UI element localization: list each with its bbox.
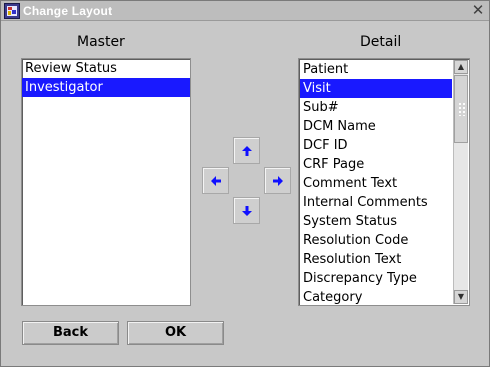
list-item[interactable]: Internal Comments [300,193,452,212]
title-bar[interactable]: Change Layout ✕ [1,1,489,21]
scroll-grip-icon [458,102,465,116]
list-item[interactable]: DCM Name [300,117,452,136]
arrow-left-icon [211,176,221,186]
list-item[interactable]: Discrepancy Type [300,269,452,288]
move-right-button[interactable] [264,167,291,194]
arrow-up-icon [242,146,252,156]
detail-listbox[interactable]: Patient Visit Sub# DCM Name DCF ID CRF Page Co… [298,58,470,306]
list-item[interactable]: Resolution Text [300,250,452,269]
list-item[interactable]: Patient [300,60,452,79]
move-left-button[interactable] [202,167,229,194]
ok-button[interactable]: OK [127,321,224,345]
list-item[interactable]: Comment Text [300,174,452,193]
scroll-up-icon[interactable]: ▲ [454,60,468,74]
master-label: Master [77,34,125,50]
detail-scrollbar[interactable]: ▲ ▼ [453,60,468,304]
detail-label: Detail [360,34,402,50]
list-item[interactable]: DCF ID [300,136,452,155]
list-item[interactable]: Investigator [22,78,190,97]
list-item[interactable]: Category [300,288,452,305]
list-item[interactable]: Review Status [22,59,190,78]
list-item[interactable]: Visit [300,79,452,98]
list-item[interactable]: Sub# [300,98,452,117]
list-item[interactable]: System Status [300,212,452,231]
scroll-down-icon[interactable]: ▼ [454,290,468,304]
master-listbox[interactable]: Review Status Investigator [21,58,191,306]
list-item[interactable]: Resolution Code [300,231,452,250]
app-icon [4,3,20,19]
scroll-thumb[interactable] [454,75,468,143]
move-down-button[interactable] [233,197,260,224]
arrow-right-icon [273,176,283,186]
back-button[interactable]: Back [22,321,119,345]
window-title: Change Layout [23,4,113,18]
arrow-down-icon [242,206,252,216]
close-icon[interactable]: ✕ [471,3,485,18]
move-up-button[interactable] [233,137,260,164]
change-layout-dialog: Change Layout ✕ Master Detail Review Sta… [0,0,490,367]
list-item[interactable]: CRF Page [300,155,452,174]
